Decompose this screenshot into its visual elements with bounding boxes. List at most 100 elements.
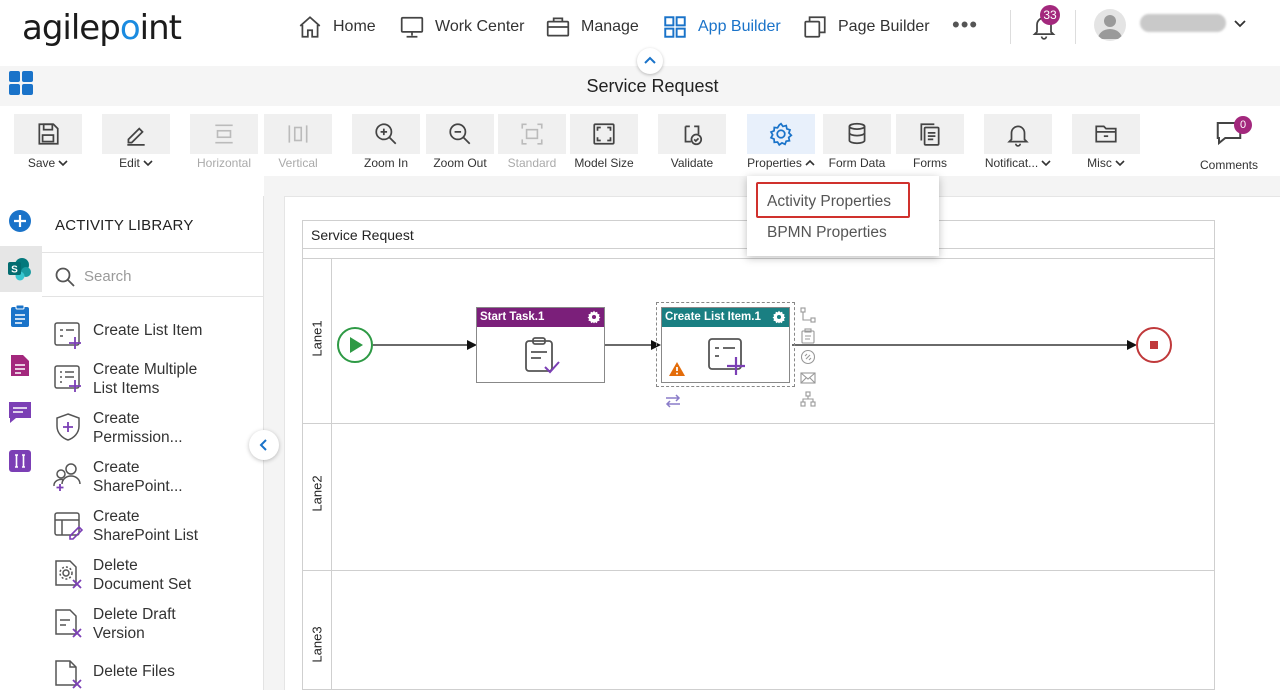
- task-header: Create List Item.1: [662, 308, 789, 327]
- forms-button[interactable]: Forms: [896, 114, 964, 174]
- document-list-icon[interactable]: [7, 352, 33, 378]
- validate-button[interactable]: Validate: [658, 114, 726, 174]
- logo-text-end: int: [139, 8, 182, 48]
- nav-page-builder-label: Page Builder: [838, 18, 930, 35]
- add-circle-icon[interactable]: [7, 208, 33, 234]
- nav-app-builder[interactable]: App Builder: [662, 12, 781, 42]
- warning-icon[interactable]: [668, 361, 686, 377]
- chat-icon[interactable]: [7, 399, 33, 425]
- nav-page-builder[interactable]: Page Builder: [802, 12, 930, 42]
- zoom-in-button[interactable]: Zoom In: [352, 114, 420, 174]
- nav-home[interactable]: Home: [297, 12, 376, 42]
- properties-button[interactable]: Properties: [747, 114, 815, 174]
- users-plus-icon: [53, 463, 81, 491]
- library-item-create-permission[interactable]: Create Permission...: [52, 409, 262, 453]
- pages-icon: [804, 16, 826, 38]
- pool-title: Service Request: [311, 227, 414, 243]
- bell-icon: [1007, 125, 1029, 147]
- process-pool[interactable]: [302, 220, 1215, 690]
- lane-label-3[interactable]: Lane3: [310, 615, 325, 675]
- notification-count-badge: 33: [1040, 5, 1060, 25]
- zoom-out-icon: [449, 123, 471, 145]
- notifications-label: Notificat...: [984, 156, 1039, 170]
- chevron-up-icon: [644, 56, 656, 64]
- lane-label-2[interactable]: Lane2: [310, 464, 325, 524]
- create-sharepoint-list-icon: [54, 512, 84, 540]
- task-settings-gear-icon[interactable]: [772, 310, 786, 324]
- nav-app-builder-label: App Builder: [698, 18, 781, 35]
- home-icon: [299, 16, 321, 38]
- user-avatar[interactable]: [1094, 9, 1126, 41]
- notifications-button[interactable]: Notificat...: [984, 114, 1052, 174]
- standard-icon: [521, 123, 543, 145]
- chevron-down-icon[interactable]: [1232, 15, 1248, 31]
- library-item-label: Permission...: [93, 429, 183, 446]
- task-start-task[interactable]: Start Task.1: [476, 307, 605, 383]
- arrow-head: [1127, 340, 1137, 350]
- model-size-label: Model Size: [574, 156, 634, 170]
- library-item-delete-files[interactable]: Delete Files: [52, 656, 262, 700]
- model-size-button[interactable]: Model Size: [570, 114, 638, 174]
- library-item-label: Create: [93, 459, 140, 476]
- vertical-layout-button[interactable]: Vertical: [264, 114, 332, 174]
- form-data-button[interactable]: Form Data: [823, 114, 891, 174]
- quick-link-icon[interactable]: [800, 349, 816, 365]
- model-size-icon: [593, 123, 615, 145]
- nav-work-center[interactable]: Work Center: [399, 12, 525, 42]
- database-icon: [848, 122, 866, 145]
- library-item-create-sharepoint-list[interactable]: Create SharePoint List: [52, 507, 262, 551]
- nav-divider: [1010, 10, 1011, 44]
- nav-more-menu[interactable]: •••: [952, 14, 978, 36]
- vertical-icon: [288, 125, 308, 143]
- edit-button[interactable]: Edit: [102, 114, 170, 174]
- logo-text-start: agilep: [22, 8, 121, 48]
- library-item-label: SharePoint...: [93, 478, 183, 495]
- chevron-down-icon: [1041, 160, 1051, 167]
- briefcase-icon: [546, 17, 570, 37]
- forms-icon: [920, 123, 940, 146]
- misc-label: Misc: [1087, 156, 1112, 170]
- menu-item-bpmn-properties[interactable]: BPMN Properties: [767, 224, 887, 242]
- library-item-create-sharepoint-group[interactable]: Create SharePoint...: [52, 458, 262, 502]
- nav-work-center-label: Work Center: [435, 18, 525, 35]
- create-list-item-icon: [54, 322, 81, 349]
- sharepoint-icon[interactable]: S: [7, 256, 33, 282]
- swap-arrows-icon[interactable]: [664, 393, 682, 409]
- form-fields-icon[interactable]: [7, 448, 33, 474]
- library-item-label: Document Set: [93, 576, 192, 593]
- standard-size-button[interactable]: Standard: [498, 114, 566, 174]
- connector-icon[interactable]: [800, 307, 816, 323]
- task-clipboard-check-icon: [525, 337, 560, 374]
- nav-manage[interactable]: Manage: [545, 12, 639, 42]
- standard-label: Standard: [507, 156, 557, 170]
- comments-button[interactable]: Comments: [1196, 118, 1262, 174]
- shield-plus-icon: [56, 413, 80, 441]
- library-item-delete-draft-version[interactable]: Delete Draft Version: [52, 605, 262, 649]
- task-create-list-item[interactable]: Create List Item.1: [661, 307, 790, 383]
- delete-draft-version-icon: [55, 609, 82, 638]
- quick-email-icon[interactable]: [800, 370, 816, 386]
- pencil-icon: [127, 127, 145, 146]
- misc-button[interactable]: Misc: [1072, 114, 1140, 174]
- logo-dot: o: [119, 8, 141, 48]
- quick-hierarchy-icon[interactable]: [800, 391, 816, 407]
- library-item-create-list-item[interactable]: Create List Item: [52, 317, 262, 361]
- user-name-redacted[interactable]: [1140, 14, 1226, 32]
- task-settings-gear-icon[interactable]: [587, 310, 601, 324]
- clipboard-icon[interactable]: [7, 303, 33, 329]
- library-item-create-multiple-list-items[interactable]: Create Multiple List Items: [52, 360, 262, 404]
- library-item-delete-document-set[interactable]: Delete Document Set: [52, 556, 262, 600]
- vertical-label: Vertical: [278, 156, 318, 170]
- gear-icon: [769, 122, 793, 147]
- collapse-library-button[interactable]: [249, 430, 279, 460]
- save-button[interactable]: Save: [14, 114, 82, 174]
- lane-label-1[interactable]: Lane1: [310, 309, 325, 369]
- library-search-input[interactable]: [84, 264, 254, 288]
- quick-task-icon[interactable]: [800, 328, 816, 344]
- collapse-header-button[interactable]: [637, 48, 663, 74]
- zoom-out-button[interactable]: Zoom Out: [426, 114, 494, 174]
- agilepoint-logo[interactable]: agilepoint: [22, 8, 182, 48]
- horizontal-label: Horizontal: [196, 156, 252, 170]
- horizontal-layout-button[interactable]: Horizontal: [190, 114, 258, 174]
- forms-label: Forms: [913, 156, 947, 170]
